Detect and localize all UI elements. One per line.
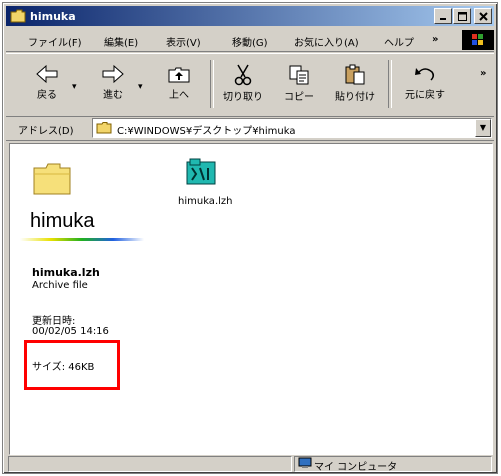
maximize-icon [457, 11, 467, 21]
minimize-icon [440, 18, 446, 20]
back-button[interactable]: 戻る [24, 56, 70, 112]
status-bar: マイ コンピュータ [6, 455, 494, 473]
undo-icon [415, 68, 435, 81]
paste-label: 貼り付け [335, 92, 375, 103]
cut-label: 切り取り [223, 92, 263, 103]
computer-icon [298, 457, 312, 472]
address-dropdown-button[interactable]: ▼ [475, 119, 491, 137]
copy-label: コピー [284, 92, 314, 103]
undo-label: 元に戻す [405, 90, 445, 101]
windows-logo-icon [462, 30, 494, 50]
close-icon [478, 11, 488, 21]
menu-file[interactable]: ファイル(F) [28, 34, 82, 49]
title-divider [20, 238, 144, 241]
explorer-window: himuka ファイル(F) 編集(E) 表示(V) 移動(G) お気に入り(A… [2, 2, 498, 474]
address-bar: アドレス(D) C:¥WINDOWS¥デスクトップ¥himuka ▼ [6, 116, 494, 141]
selected-file-type: Archive file [32, 280, 88, 291]
folder-icon [96, 122, 112, 137]
menu-favorites[interactable]: お気に入り(A) [294, 34, 359, 49]
back-arrow-icon [36, 64, 58, 84]
folder-title: himuka [30, 210, 95, 232]
window-title: himuka [30, 10, 76, 23]
forward-label: 進む [103, 90, 123, 101]
forward-arrow-icon [102, 64, 124, 84]
back-dropdown-icon[interactable]: ▾ [72, 82, 77, 92]
menu-overflow-chevron[interactable]: » [432, 34, 438, 45]
paste-icon [345, 64, 365, 85]
address-value: C:¥WINDOWS¥デスクトップ¥himuka [117, 126, 296, 137]
cut-button[interactable]: 切り取り [220, 56, 266, 112]
toolbar: 戻る ▾ 進む ▾ 上へ 切り取り コピー 貼り付け 元に戻す » [6, 53, 494, 117]
copy-button[interactable]: コピー [276, 56, 322, 112]
modified-date-value: 00/02/05 14:16 [32, 326, 109, 337]
file-size-text: サイズ: 46KB [32, 362, 95, 373]
up-folder-icon [168, 67, 190, 83]
menu-go[interactable]: 移動(G) [232, 34, 268, 49]
forward-button[interactable]: 進む [90, 56, 136, 112]
folder-icon [10, 9, 26, 23]
undo-button[interactable]: 元に戻す [402, 56, 448, 112]
file-item-label: himuka.lzh [178, 196, 233, 207]
menu-edit[interactable]: 編集(E) [104, 34, 138, 49]
menu-bar: ファイル(F) 編集(E) 表示(V) 移動(G) お気に入り(A) ヘルプ » [6, 29, 494, 52]
paste-button[interactable]: 貼り付け [332, 56, 378, 112]
menu-help[interactable]: ヘルプ [384, 34, 414, 49]
minimize-button[interactable] [434, 8, 452, 24]
folder-view: himuka himuka.lzh Archive file 更新日時: 00/… [9, 143, 493, 455]
back-label: 戻る [37, 90, 57, 101]
folder-large-icon [32, 162, 72, 199]
selected-file-name: himuka.lzh [32, 266, 100, 279]
copy-icon [289, 65, 309, 85]
up-label: 上へ [169, 90, 189, 101]
address-field[interactable]: C:¥WINDOWS¥デスクトップ¥himuka ▼ [92, 118, 492, 138]
lzh-archive-icon [186, 156, 216, 189]
status-zone: マイ コンピュータ [314, 462, 398, 473]
close-button[interactable] [474, 8, 492, 24]
address-label: アドレス(D) [18, 126, 74, 137]
maximize-button[interactable] [453, 8, 471, 24]
forward-dropdown-icon[interactable]: ▾ [138, 82, 143, 92]
modified-date-label: 更新日時: [32, 316, 76, 327]
title-bar[interactable]: himuka [6, 6, 494, 26]
up-button[interactable]: 上へ [156, 56, 202, 112]
toolbar-overflow-chevron[interactable]: » [480, 68, 486, 79]
scissors-icon [234, 64, 252, 86]
menu-view[interactable]: 表示(V) [166, 34, 201, 49]
